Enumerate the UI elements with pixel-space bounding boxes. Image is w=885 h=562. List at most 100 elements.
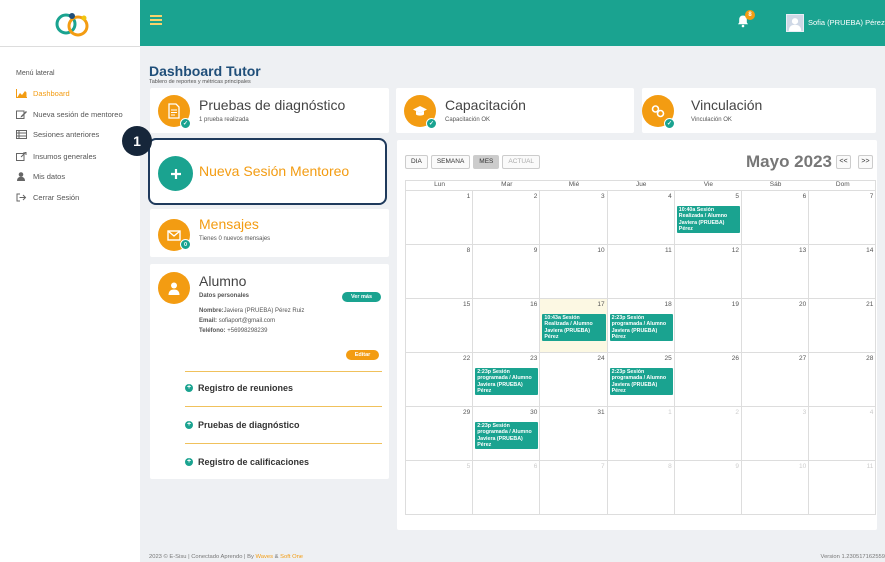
calendar-event[interactable]: 10:40a Sesión Realizada / Alumno Javiera…: [676, 206, 740, 234]
calendar-event[interactable]: 2:23p Sesión programada / Alumno Javiera…: [475, 422, 539, 450]
accordion-registro-calificaciones[interactable]: + Registro de calificaciones: [185, 457, 309, 467]
pruebas-card[interactable]: ✓ Pruebas de diagnóstico 1 prueba realiz…: [150, 88, 389, 133]
prev-month-button[interactable]: <<: [836, 155, 851, 169]
card-subtitle: Tienes 0 nuevos mensajes: [199, 236, 271, 242]
sidebar-item-label: Sesiones anteriores: [33, 130, 100, 139]
today-button[interactable]: ACTUAL: [502, 155, 541, 169]
calendar-day-cell[interactable]: 7: [540, 461, 608, 515]
calendar-day-cell[interactable]: 9: [473, 245, 541, 299]
day-number: 1: [668, 409, 672, 416]
calendar-day-cell[interactable]: 11: [809, 461, 877, 515]
email-row: Email: sofiaport@gmail.com: [199, 318, 276, 324]
divider: [185, 406, 382, 407]
day-number: 20: [798, 301, 807, 308]
calendar-event[interactable]: 2:23p Sesión programada / Alumno Javiera…: [475, 368, 539, 396]
calendar-day-cell[interactable]: 22: [406, 353, 474, 407]
calendar-day-cell[interactable]: 9: [674, 461, 742, 515]
sidebar-item-nueva-sesion[interactable]: Nueva sesión de mentoreo: [16, 110, 123, 119]
menu-title: Menú lateral: [16, 70, 55, 77]
calendar-day-cell[interactable]: 10: [540, 245, 608, 299]
calendar-event[interactable]: 2:23p Sesión programada / Alumno Javiera…: [609, 314, 673, 342]
day-number: 11: [866, 463, 874, 470]
plus-circle-icon: +: [185, 384, 193, 392]
sidebar-item-sesiones-anteriores[interactable]: Sesiones anteriores: [16, 130, 99, 139]
next-month-button[interactable]: >>: [858, 155, 873, 169]
calendar-day-cell[interactable]: 5: [406, 461, 474, 515]
waves-link[interactable]: Waves: [256, 554, 274, 560]
accordion-registro-reuniones[interactable]: + Registro de reuniones: [185, 383, 293, 393]
calendar-day-cell[interactable]: 8: [607, 461, 675, 515]
day-number: 16: [530, 301, 538, 308]
day-number: 28: [866, 355, 874, 362]
calendar-day-cell[interactable]: 2: [473, 191, 541, 245]
avatar[interactable]: [786, 14, 804, 32]
calendar-day-cell[interactable]: 1: [406, 191, 474, 245]
calendar-day-cell[interactable]: 2: [674, 407, 742, 461]
calendar-day-cell[interactable]: 19: [674, 299, 742, 353]
view-week-button[interactable]: SEMANA: [430, 155, 471, 169]
day-number: 26: [731, 355, 739, 362]
calendar-day-cell[interactable]: 12: [674, 245, 742, 299]
calendar-day-cell[interactable]: 21: [809, 299, 877, 353]
view-day-button[interactable]: DIA: [405, 155, 428, 169]
calendar-day-cell[interactable]: 10: [742, 461, 810, 515]
calendar-day-cell[interactable]: 6: [473, 461, 541, 515]
day-number: 5: [735, 193, 739, 200]
calendar-event[interactable]: 2:23p Sesión programada / Alumno Javiera…: [609, 368, 673, 396]
telefono-row: Teléfono: +56998298239: [199, 328, 268, 334]
calendar-day-cell[interactable]: 20: [742, 299, 810, 353]
vinculacion-card[interactable]: ✓ Vinculación Vinculación OK: [642, 88, 876, 133]
calendar-day-cell[interactable]: 6: [742, 191, 810, 245]
editar-button[interactable]: Editar: [346, 350, 379, 360]
calendar-day-cell[interactable]: 16: [473, 299, 541, 353]
list-icon: [16, 130, 27, 139]
calendar-day-cell[interactable]: 26: [674, 353, 742, 407]
footer-version: Version 1.230517162559: [820, 554, 885, 560]
calendar-day-cell[interactable]: 3: [540, 191, 608, 245]
sidebar-item-dashboard[interactable]: Dashboard: [16, 89, 70, 98]
hamburger-menu-icon[interactable]: [150, 15, 162, 25]
card-title: Pruebas de diagnóstico: [199, 97, 346, 113]
view-month-button[interactable]: MES: [473, 155, 500, 169]
day-number: 4: [869, 409, 874, 416]
calendar-day-cell[interactable]: 31: [540, 407, 608, 461]
calendar-event[interactable]: 10:43a Sesión Realizada / Alumno Javiera…: [542, 314, 606, 342]
sidebar-item-insumos[interactable]: Insumos generales: [16, 152, 96, 161]
calendar-day-cell[interactable]: 4: [809, 407, 877, 461]
day-number: 10: [798, 463, 807, 470]
weekday-header: Sáb: [742, 181, 810, 191]
day-number: 10: [597, 247, 605, 254]
day-number: 8: [668, 463, 672, 470]
card-title: Mensajes: [199, 216, 259, 232]
calendar-day-cell[interactable]: 27: [742, 353, 810, 407]
sidebar-item-label: Mis datos: [33, 172, 66, 181]
calendar-day-cell[interactable]: 11: [607, 245, 675, 299]
calendar-day-cell[interactable]: 3: [742, 407, 810, 461]
capacitacion-card[interactable]: ✓ Capacitación Capacitación OK: [396, 88, 634, 133]
callout-highlight: [148, 138, 387, 205]
calendar-day-cell[interactable]: 24: [540, 353, 608, 407]
sidebar-item-label: Insumos generales: [33, 152, 97, 161]
sidebar-item-mis-datos[interactable]: Mis datos: [16, 172, 65, 181]
ver-mas-button[interactable]: Ver más: [342, 292, 381, 302]
calendar-day-cell[interactable]: 29: [406, 407, 474, 461]
external-link-icon: [16, 152, 27, 161]
calendar-day-cell[interactable]: 14: [809, 245, 877, 299]
calendar-day-cell[interactable]: 8: [406, 245, 474, 299]
user-menu[interactable]: Sofia (PRUEBA) Pérez -: [808, 18, 885, 27]
calendar-day-cell[interactable]: 1: [607, 407, 675, 461]
calendar-day-cell[interactable]: 15: [406, 299, 474, 353]
mensajes-card[interactable]: 0 Mensajes Tienes 0 nuevos mensajes: [150, 209, 389, 257]
sidebar-item-cerrar-sesion[interactable]: Cerrar Sesión: [16, 193, 79, 202]
card-title: Capacitación: [445, 97, 526, 113]
calendar-day-cell[interactable]: 28: [809, 353, 877, 407]
soft-one-link[interactable]: Soft One: [280, 554, 303, 560]
calendar-day-cell[interactable]: 7: [809, 191, 877, 245]
accordion-pruebas-diagnostico[interactable]: + Pruebas de diagnóstico: [185, 420, 300, 430]
calendar-day-cell[interactable]: 4: [607, 191, 675, 245]
calendar-day-cell[interactable]: 13: [742, 245, 810, 299]
step-number-badge: 1: [122, 126, 152, 156]
esisu-logo[interactable]: [52, 10, 94, 40]
nombre-row: Nombre:Javiera (PRUEBA) Pérez Ruiz: [199, 308, 305, 314]
day-number: 29: [462, 409, 471, 416]
